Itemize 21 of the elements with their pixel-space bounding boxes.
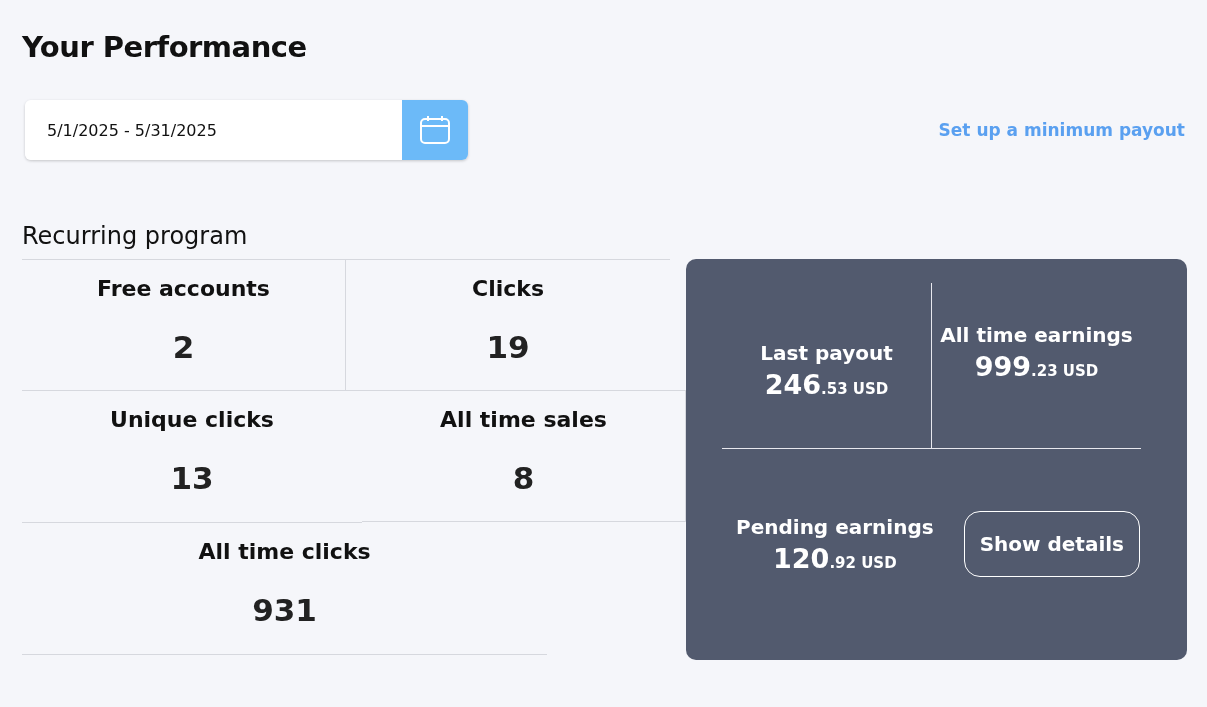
stat-label: Unique clicks [110,407,274,432]
stat-value: 19 [486,329,530,365]
calendar-button[interactable] [402,100,468,160]
amount: 999.23 USD [974,351,1099,382]
page-title: Your Performance [22,30,308,64]
calendar-icon [419,115,451,145]
stat-value: 13 [170,460,214,496]
stat-label: All time clicks [198,539,371,564]
stat-label: All time sales [440,407,607,432]
earnings-label: Pending earnings [736,514,934,539]
amount: 120.92 USD [773,542,897,574]
stat-label: Free accounts [97,276,270,301]
earnings-label: All time earnings [940,323,1133,347]
stat-value: 8 [512,460,535,496]
amount: 246.53 USD [764,369,889,400]
section-title: Recurring program [22,222,249,252]
stat-label: Clicks [472,276,544,301]
stat-value: 2 [172,329,195,365]
show-details-button[interactable]: Show details [963,511,1140,577]
stat-value: 931 [252,592,317,628]
earnings-label: Last payout [760,341,893,365]
